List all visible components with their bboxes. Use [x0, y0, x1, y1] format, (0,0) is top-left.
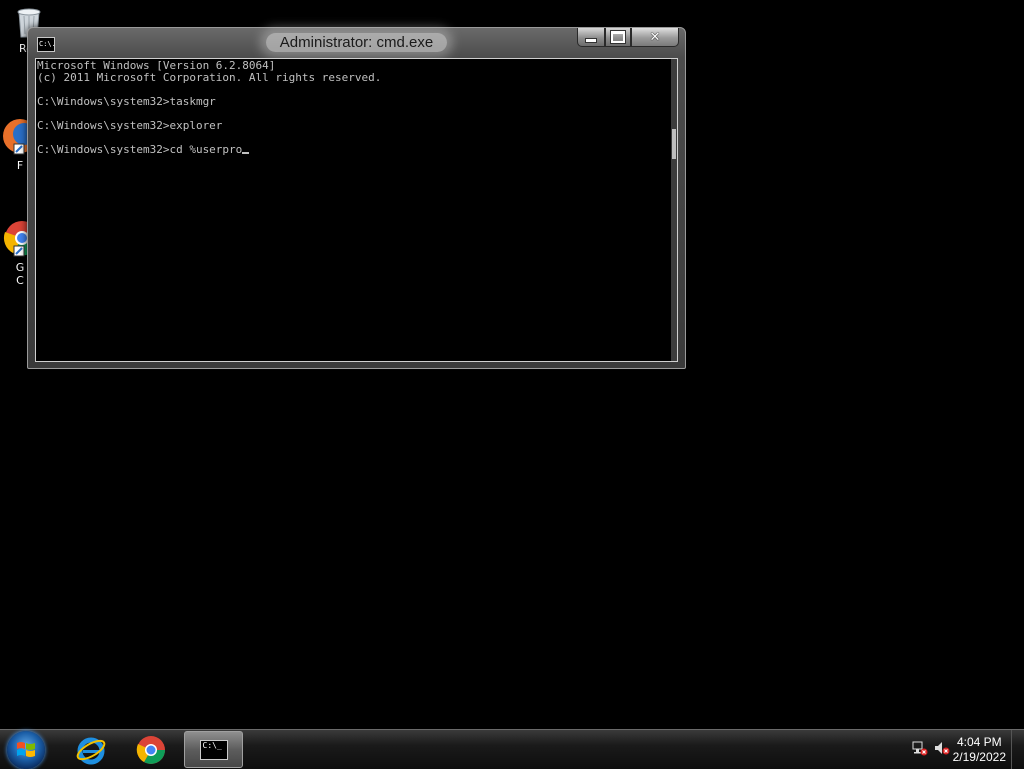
chrome-icon [136, 735, 165, 764]
maximize-button[interactable] [605, 28, 631, 47]
windows-logo-icon [17, 742, 35, 757]
close-icon: ✕ [649, 29, 661, 45]
taskbar-chrome[interactable] [130, 731, 172, 768]
window-title-text: Administrator: cmd.exe [265, 33, 448, 52]
volume-muted-icon[interactable] [934, 740, 950, 756]
start-button[interactable] [7, 731, 45, 769]
clock-time: 4:04 PM [956, 735, 1002, 749]
console-input-line[interactable]: C:\Windows\system32>cd %userpro [37, 144, 669, 156]
console-line: C:\Windows\system32>explorer [37, 119, 223, 132]
console-output: Microsoft Windows [Version 6.2.8064] (c) … [37, 60, 669, 156]
console-line: (c) 2011 Microsoft Corporation. All righ… [37, 71, 382, 84]
vertical-scrollbar[interactable] [671, 59, 677, 361]
console-input-text[interactable]: C:\Windows\system32>cd %userpro [37, 143, 242, 156]
cmd-titlebar[interactable]: C:\. Administrator: cmd.exe ✕ [28, 28, 685, 58]
scrollbar-thumb[interactable] [672, 129, 676, 159]
close-button[interactable]: ✕ [631, 28, 679, 47]
console-area[interactable]: Microsoft Windows [Version 6.2.8064] (c) … [35, 58, 678, 362]
cmd-window[interactable]: C:\. Administrator: cmd.exe ✕ Microsoft … [27, 27, 686, 369]
maximize-icon [610, 30, 626, 44]
taskbar-clock[interactable]: 4:04 PM 2/19/2022 [953, 735, 1006, 765]
minimize-button[interactable] [577, 28, 605, 47]
taskbar-cmd-active[interactable]: C:\_ [184, 731, 243, 768]
console-line: C:\Windows\system32>taskmgr [37, 95, 216, 108]
window-controls: ✕ [577, 28, 679, 48]
cmd-taskbar-icon: C:\_ [199, 739, 228, 760]
show-desktop-button[interactable] [1011, 730, 1024, 769]
minimize-icon [585, 37, 597, 43]
taskbar: C:\_ 4:04 PM 2/19/2022 [0, 729, 1024, 769]
internet-explorer-icon [76, 737, 106, 764]
taskbar-internet-explorer[interactable] [70, 731, 112, 768]
text-cursor [242, 152, 250, 154]
clock-date: 2/19/2022 [952, 750, 1006, 764]
system-tray: 4:04 PM 2/19/2022 [884, 730, 1024, 769]
network-icon[interactable] [912, 740, 928, 756]
